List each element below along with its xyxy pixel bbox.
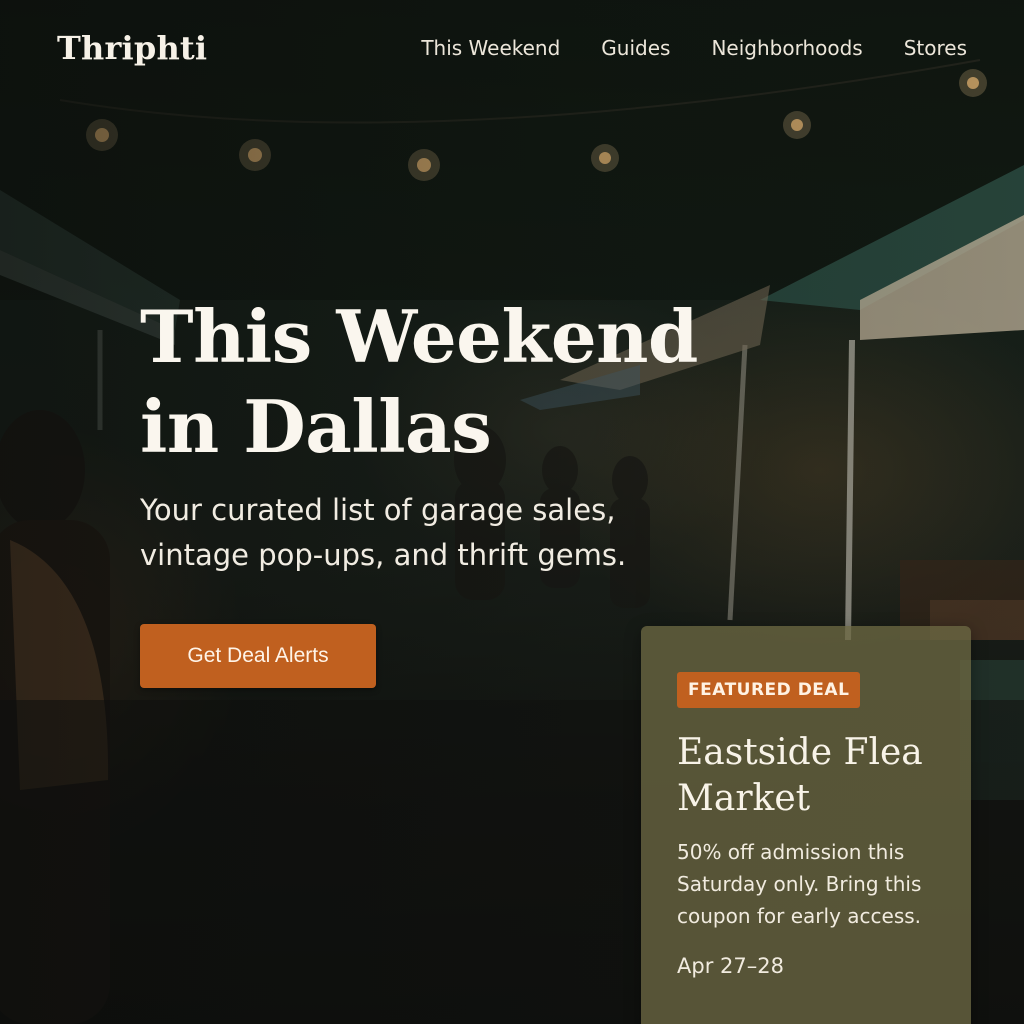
featured-deal-card[interactable]: FEATURED DEAL Eastside Flea Market 50% o… xyxy=(641,626,971,1024)
hero-title-line-1: This Weekend xyxy=(140,294,698,379)
main-nav: This Weekend Guides Neighborhoods Stores xyxy=(421,36,967,60)
nav-item-this-weekend[interactable]: This Weekend xyxy=(421,36,560,60)
site-header: Thriphti This Weekend Guides Neighborhoo… xyxy=(57,24,967,72)
featured-deal-date: Apr 27–28 xyxy=(677,954,784,978)
nav-item-guides[interactable]: Guides xyxy=(601,36,670,60)
hero-section: This Weekend in Dallas Your curated list… xyxy=(140,292,700,578)
featured-deal-desc-line-1: 50% off admission this xyxy=(677,840,905,864)
featured-deal-desc-line-3: coupon for early access. xyxy=(677,904,922,928)
page: Thriphti This Weekend Guides Neighborhoo… xyxy=(0,0,1024,1024)
featured-deal-badge: FEATURED DEAL xyxy=(677,672,861,708)
featured-deal-title-line-2: Market xyxy=(677,778,811,819)
nav-item-neighborhoods[interactable]: Neighborhoods xyxy=(711,36,862,60)
hero-title: This Weekend in Dallas xyxy=(140,292,700,472)
hero-subtitle-line-2: vintage pop-ups, and thrift gems. xyxy=(140,538,627,572)
get-deal-alerts-button[interactable]: Get Deal Alerts xyxy=(140,624,376,688)
nav-item-stores[interactable]: Stores xyxy=(904,36,967,60)
featured-deal-title-line-1: Eastside Flea xyxy=(677,732,923,773)
hero-subtitle: Your curated list of garage sales, vinta… xyxy=(140,488,660,578)
featured-deal-desc-line-2: Saturday only. Bring this xyxy=(677,872,922,896)
hero-title-line-2: in Dallas xyxy=(140,384,492,469)
hero-subtitle-line-1: Your curated list of garage sales, xyxy=(140,493,616,527)
brand-logo[interactable]: Thriphti xyxy=(57,29,207,67)
featured-deal-description: 50% off admission this Saturday only. Br… xyxy=(677,836,937,932)
featured-deal-title: Eastside Flea Market xyxy=(677,730,937,822)
